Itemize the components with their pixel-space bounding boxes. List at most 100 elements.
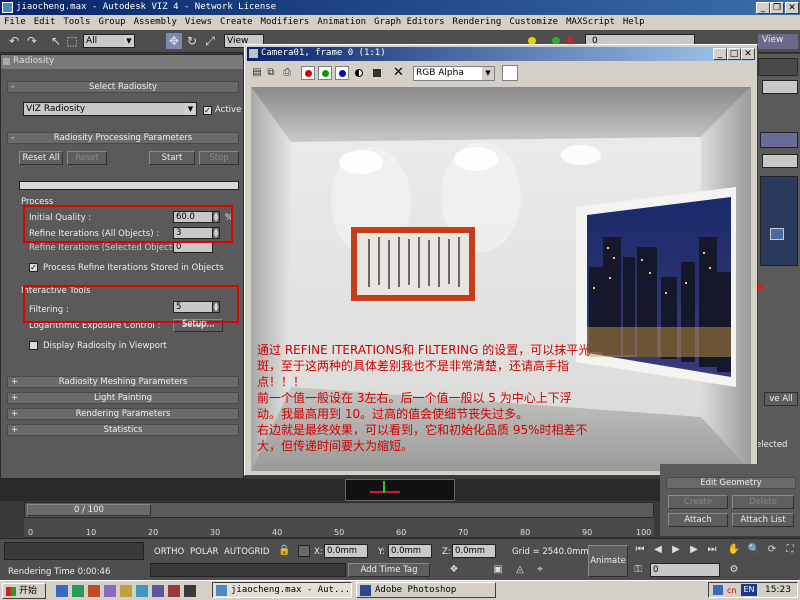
menu-maxscript[interactable]: MAXScript	[562, 15, 619, 27]
time-config-icon[interactable]: ⚙	[726, 562, 742, 578]
zoom-extents-icon[interactable]: ▣	[490, 562, 506, 578]
color-swatch[interactable]	[502, 65, 518, 81]
quicklaunch-app7-icon[interactable]	[152, 585, 164, 597]
process-refine-checkbox[interactable]: ✓	[29, 263, 38, 272]
menu-animation[interactable]: Animation	[313, 15, 370, 27]
key-mode-icon[interactable]: ⚿	[630, 562, 646, 578]
edit-geometry-rollout[interactable]: Edit Geometry	[666, 477, 796, 489]
reset-button[interactable]: Reset	[67, 151, 107, 165]
create-button[interactable]: Create	[668, 495, 728, 509]
select-radiosity-rollout[interactable]: - Select Radiosity	[7, 81, 239, 93]
menu-customize[interactable]: Customize	[505, 15, 562, 27]
z-coordinate-field[interactable]: 0.0mm	[452, 544, 496, 558]
play-icon[interactable]: ▶	[668, 542, 684, 558]
zoom-icon[interactable]: 🔍	[746, 542, 762, 558]
quicklaunch-app6-icon[interactable]	[136, 585, 148, 597]
clone-window-icon[interactable]: ⧉	[263, 65, 279, 81]
monochrome-icon[interactable]	[373, 69, 381, 77]
menu-modifiers[interactable]: Modifiers	[257, 15, 314, 27]
move-icon[interactable]: ✥	[166, 33, 182, 49]
quicklaunch-desktop-icon[interactable]	[72, 585, 84, 597]
processing-parameters-rollout[interactable]: - Radiosity Processing Parameters	[7, 132, 239, 144]
red-channel-icon[interactable]	[301, 66, 315, 80]
redo-icon[interactable]: ↷	[24, 33, 40, 49]
undo-icon[interactable]: ↶	[6, 33, 22, 49]
start-button[interactable]: Start	[149, 151, 195, 165]
quicklaunch-app8-icon[interactable]	[168, 585, 180, 597]
delete-button[interactable]: Delete	[732, 495, 794, 509]
scale-icon[interactable]: ⤢	[202, 33, 218, 49]
channel-dropdown[interactable]: RGB Alpha ▼	[413, 66, 495, 81]
zoom-region-icon[interactable]: ⌖	[532, 562, 548, 578]
quicklaunch-app5-icon[interactable]	[120, 585, 132, 597]
statistics-rollout[interactable]: + Statistics	[7, 424, 239, 436]
green-channel-icon[interactable]	[318, 66, 332, 80]
quicklaunch-app9-icon[interactable]	[184, 585, 196, 597]
ve-all-button[interactable]: ve All	[764, 392, 798, 406]
blue-channel-icon[interactable]	[335, 66, 349, 80]
pin-stack-icon[interactable]	[770, 228, 784, 240]
maxscript-listener[interactable]	[4, 542, 144, 560]
previous-frame-icon[interactable]: ◀	[650, 542, 666, 558]
render-close-button[interactable]: ✕	[741, 48, 755, 60]
object-name-field[interactable]	[762, 80, 798, 94]
minimize-button[interactable]: _	[756, 2, 770, 14]
lock-icon[interactable]: 🔒	[278, 545, 290, 556]
radiosity-title-bar[interactable]: Radiosity	[1, 55, 243, 69]
menu-help[interactable]: Help	[619, 15, 649, 27]
walkthrough-icon[interactable]: ❖	[446, 562, 462, 578]
task-viz[interactable]: jiaocheng.max - Aut...	[212, 582, 352, 598]
input-language-indicator[interactable]: EN	[741, 584, 757, 596]
add-time-tag-button[interactable]: Add Time Tag	[348, 563, 430, 577]
field-of-view-icon[interactable]: ◬	[512, 562, 528, 578]
start-button[interactable]: 开始	[2, 583, 46, 599]
menu-assembly[interactable]: Assembly	[130, 15, 181, 27]
go-to-start-icon[interactable]: ⏮	[632, 542, 648, 558]
meshing-parameters-rollout[interactable]: + Radiosity Meshing Parameters	[7, 376, 239, 388]
active-checkbox[interactable]: ✓	[203, 106, 212, 115]
rotate-icon[interactable]: ↻	[184, 33, 200, 49]
task-photoshop[interactable]: Adobe Photoshop	[356, 582, 496, 598]
print-icon[interactable]: ⎙	[279, 65, 295, 81]
menu-views[interactable]: Views	[181, 15, 216, 27]
maximize-viewport-icon[interactable]: ⛶	[782, 542, 798, 558]
command-panel-tabs[interactable]	[758, 58, 798, 76]
select-arrow-icon[interactable]: ↖	[48, 33, 64, 49]
stop-button[interactable]: Stop	[199, 151, 239, 165]
menu-create[interactable]: Create	[216, 15, 257, 27]
light-painting-rollout[interactable]: + Light Painting	[7, 392, 239, 404]
time-slider[interactable]: 0 / 100	[24, 502, 654, 518]
menu-rendering[interactable]: Rendering	[449, 15, 506, 27]
input-cn-indicator[interactable]: cn	[727, 586, 736, 595]
absolute-mode-icon[interactable]	[298, 545, 310, 557]
tray-app-icon[interactable]	[713, 585, 723, 595]
quicklaunch-app3-icon[interactable]	[88, 585, 100, 597]
object-color-swatch[interactable]	[760, 132, 798, 148]
current-frame-field[interactable]: 0	[650, 563, 720, 577]
menu-tools[interactable]: Tools	[59, 15, 94, 27]
close-button[interactable]: ✕	[785, 2, 799, 14]
menu-edit[interactable]: Edit	[30, 15, 60, 27]
x-coordinate-field[interactable]: 0.0mm	[324, 544, 368, 558]
right-view-button[interactable]: View	[758, 34, 798, 49]
render-title-bar[interactable]: Camera01, frame 0 (1:1) _ □ ✕	[247, 47, 755, 61]
time-slider-thumb[interactable]: 0 / 100	[27, 504, 151, 516]
next-frame-icon[interactable]: ▶	[686, 542, 702, 558]
display-radiosity-checkbox[interactable]	[29, 341, 38, 350]
select-region-icon[interactable]: ⬚	[64, 33, 80, 49]
selection-filter-dropdown[interactable]: All ▼	[83, 34, 135, 48]
rendering-parameters-rollout[interactable]: + Rendering Parameters	[7, 408, 239, 420]
reset-all-button[interactable]: Reset All	[19, 151, 63, 165]
menu-graph-editors[interactable]: Graph Editors	[370, 15, 448, 27]
menu-group[interactable]: Group	[94, 15, 129, 27]
menu-file[interactable]: File	[0, 15, 30, 27]
pan-icon[interactable]: ✋	[726, 542, 742, 558]
restore-button[interactable]: ❐	[770, 2, 784, 14]
animate-button[interactable]: Animate	[588, 545, 628, 577]
quicklaunch-app4-icon[interactable]	[104, 585, 116, 597]
ortho-label[interactable]: ORTHO	[154, 547, 184, 557]
autogrid-label[interactable]: AUTOGRID	[224, 547, 269, 557]
attach-button[interactable]: Attach	[668, 513, 728, 527]
attach-list-button[interactable]: Attach List	[732, 513, 794, 527]
render-minimize-button[interactable]: _	[713, 48, 727, 60]
